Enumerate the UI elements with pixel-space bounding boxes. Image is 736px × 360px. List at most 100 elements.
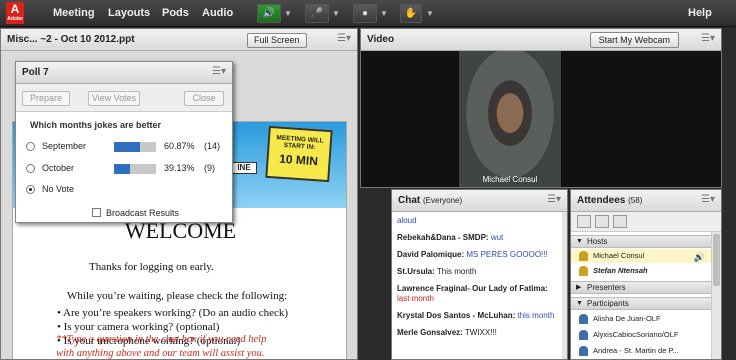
result-bar: [114, 142, 156, 152]
attendees-pod-title: Attendees (58): [577, 195, 643, 206]
slide-note-2-visible: with anything above and our team will as…: [56, 348, 265, 359]
breakout-icon[interactable]: [595, 215, 609, 228]
attendees-toolbar: [571, 212, 721, 232]
microphone-menu-arrow[interactable]: ▼: [330, 4, 342, 23]
collapse-icon[interactable]: ▼: [576, 298, 583, 309]
poll-option-october[interactable]: October 39.13% (9): [26, 162, 226, 176]
chat-message: St.Ursula: This month: [397, 267, 477, 276]
slide-line-1: Thanks for logging on early.: [89, 261, 214, 273]
webcam-icon: ●: [361, 8, 369, 19]
microphone-icon: 🎤: [310, 8, 324, 19]
video-pod-header: Video Start My Webcam ☰▾: [361, 29, 721, 51]
start-webcam-button[interactable]: Start My Webcam: [589, 32, 679, 48]
slide-note-1: **Type a question in the chat box if you…: [56, 334, 267, 345]
poll-option-no-vote[interactable]: No Vote: [26, 183, 226, 197]
speaking-icon: 🔊: [693, 252, 705, 262]
webcam-menu-arrow[interactable]: ▼: [378, 4, 390, 23]
expand-icon[interactable]: ▶: [576, 282, 581, 293]
result-bar: [114, 164, 156, 174]
share-pod: Misc... ~2 - Oct 10 2012.ppt Full Screen…: [0, 28, 358, 360]
video-pod-title: Video: [367, 34, 395, 45]
speaker-icon: 🔊: [262, 8, 276, 19]
meeting-start-sign: MEETING WILL START IN: 10 MIN: [265, 125, 333, 183]
menubar: A Adobe Meeting Layouts Pods Audio 🔊 ▼ 🎤 …: [0, 0, 736, 27]
radio-button[interactable]: [26, 142, 35, 151]
chat-messages: aloud Rebekah&Dana - SMDP: wut David Pal…: [392, 212, 567, 349]
close-poll-button[interactable]: Close: [184, 91, 224, 106]
people-icon[interactable]: [613, 215, 627, 228]
raise-hand-icon: ✋: [404, 8, 418, 19]
attendee-row[interactable]: Alisha De Juan-OLF: [571, 312, 711, 326]
chat-message: Krystal Dos Santos - McLuhan: this month: [397, 311, 555, 320]
pod-menu-icon[interactable]: ☰▾: [701, 33, 715, 44]
chat-message: David Palomique: MS PERES GOOOO!!!: [397, 250, 548, 259]
participant-icon: [579, 346, 588, 356]
section-hosts[interactable]: ▼ Hosts: [571, 235, 721, 248]
adobe-logo: A Adobe: [6, 2, 24, 24]
share-pod-title: Misc... ~2 - Oct 10 2012.ppt: [7, 34, 135, 45]
slide-bullet-2: • Is your camera working? (optional): [57, 321, 220, 333]
attendees-pod-header: Attendees (58) ☰▾: [571, 190, 721, 212]
chat-pod-header: Chat (Everyone) ☰▾: [392, 190, 567, 212]
slide-bullet-1: • Are you’re speakers working? (Do an au…: [57, 307, 289, 319]
broadcast-results-checkbox[interactable]: Broadcast Results: [92, 208, 179, 218]
menu-layouts[interactable]: Layouts: [108, 7, 150, 19]
chat-message: Merle Gonsalvez: TWIXX!!!: [397, 328, 497, 337]
speaker-toggle-button[interactable]: 🔊: [257, 4, 281, 23]
prepare-button[interactable]: Prepare: [22, 91, 70, 106]
attendee-row[interactable]: Michael Consul 🔊: [571, 249, 711, 263]
slide-line-2: While you’re waiting, please check the f…: [67, 290, 288, 302]
pod-menu-icon[interactable]: ☰▾: [701, 194, 715, 205]
list-view-icon[interactable]: [577, 215, 591, 228]
slide-tag: INE: [231, 162, 257, 174]
full-screen-button[interactable]: Full Screen: [247, 33, 307, 48]
menu-meeting[interactable]: Meeting: [53, 7, 95, 19]
speaker-menu-arrow[interactable]: ▼: [282, 4, 294, 23]
attendee-row[interactable]: AlyxisCabiocSoriano/OLF: [571, 328, 711, 342]
share-pod-header: Misc... ~2 - Oct 10 2012.ppt Full Screen…: [1, 29, 357, 51]
poll-pod: Poll 7 ☰▾ Prepare View Votes Close Which…: [15, 61, 233, 223]
host-icon: [579, 251, 588, 261]
section-participants[interactable]: ▼ Participants: [571, 297, 721, 310]
chat-message: aloud: [397, 216, 417, 225]
attendees-pod: Attendees (58) ☰▾ ▼ Hosts Michael Consul …: [570, 189, 722, 360]
chat-pod: Chat (Everyone) ☰▾ aloud Rebekah&Dana - …: [391, 189, 568, 360]
radio-button[interactable]: [26, 164, 35, 173]
view-votes-button[interactable]: View Votes: [88, 91, 140, 106]
scrollbar-thumb[interactable]: [713, 234, 720, 286]
attendees-scrollbar[interactable]: [711, 232, 721, 359]
poll-title: Poll 7: [22, 67, 49, 78]
menu-help[interactable]: Help: [688, 7, 712, 19]
host-icon: [579, 266, 588, 276]
microphone-button[interactable]: 🎤: [305, 4, 329, 23]
video-caption: Michael Consul: [482, 175, 538, 184]
chat-scrollbar[interactable]: [562, 212, 567, 359]
poll-option-september[interactable]: September 60.87% (14): [26, 140, 226, 154]
participant-icon: [579, 330, 588, 340]
chat-message: Lawrence Fraginal- Our Lady of Fatima: la…: [397, 284, 548, 303]
poll-header: Poll 7 ☰▾: [16, 62, 232, 84]
section-presenters[interactable]: ▶ Presenters: [571, 281, 721, 294]
meeting-app: A Adobe Meeting Layouts Pods Audio 🔊 ▼ 🎤 …: [0, 0, 736, 360]
chat-pod-title: Chat (Everyone): [398, 195, 463, 206]
raise-hand-button[interactable]: ✋: [400, 4, 422, 23]
poll-question: Which months jokes are better: [30, 120, 162, 130]
participant-icon: [579, 314, 588, 324]
pod-menu-icon[interactable]: ☰▾: [547, 194, 561, 205]
poll-toolbar: Prepare View Votes Close: [16, 84, 232, 112]
attendee-row[interactable]: Stefan Ntensah: [571, 264, 711, 278]
pod-menu-icon[interactable]: ☰▾: [337, 33, 351, 44]
attendee-row[interactable]: Andrea - St. Martin de P...: [571, 344, 711, 358]
menu-pods[interactable]: Pods: [162, 7, 189, 19]
chat-message: Rebekah&Dana - SMDP: wut: [397, 233, 504, 242]
video-feed[interactable]: [459, 51, 561, 187]
radio-button-selected[interactable]: [26, 185, 35, 194]
video-pod: Video Start My Webcam ☰▾ Michael Consul: [360, 28, 722, 188]
poll-menu-icon[interactable]: ☰▾: [212, 66, 226, 77]
checkbox[interactable]: [92, 208, 101, 217]
video-area: Michael Consul: [361, 51, 721, 187]
status-menu-arrow[interactable]: ▼: [424, 4, 436, 23]
collapse-icon[interactable]: ▼: [576, 236, 583, 247]
menu-audio[interactable]: Audio: [202, 7, 233, 19]
webcam-button[interactable]: ●: [353, 4, 377, 23]
